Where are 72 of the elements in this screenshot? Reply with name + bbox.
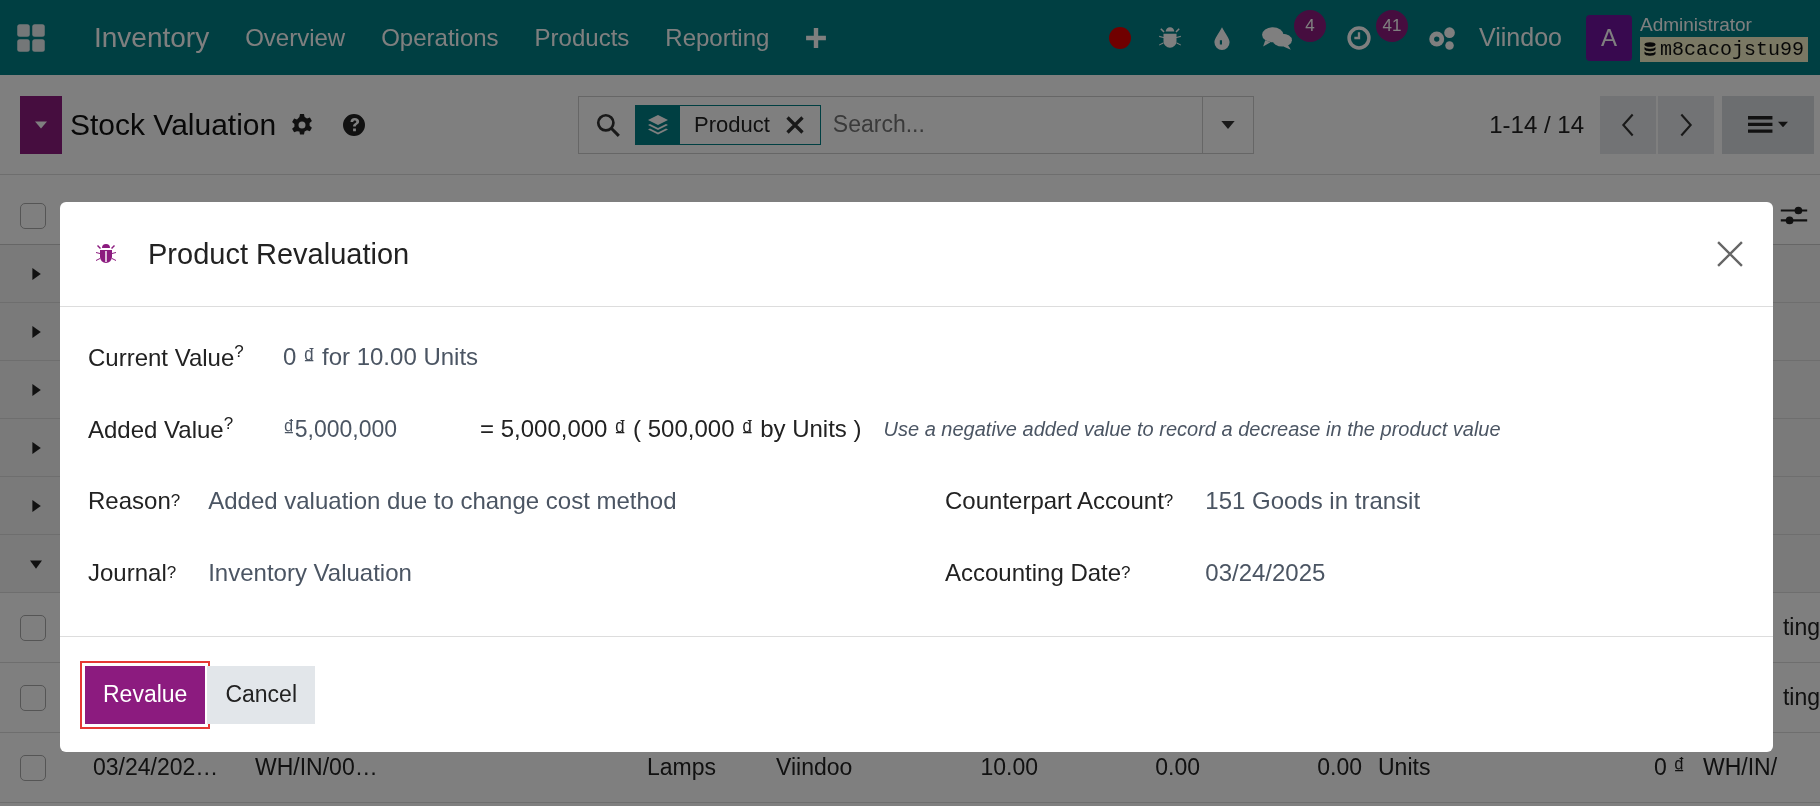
table-cell-text: 10.00	[979, 754, 1038, 781]
row-checkbox[interactable]	[20, 614, 46, 641]
layers-icon	[646, 112, 670, 137]
caret-right-icon[interactable]	[30, 498, 42, 513]
nav-menu-item[interactable]: Reporting	[665, 23, 770, 52]
revalue-button[interactable]: Revalue	[85, 665, 206, 724]
cancel-button[interactable]: Cancel	[207, 665, 315, 724]
filter-facet[interactable]: Product	[635, 104, 821, 145]
apps-menu-icon[interactable]	[16, 22, 46, 53]
input-field[interactable]: ₫5,000,000	[283, 415, 463, 443]
company-name[interactable]: Viindoo	[1479, 23, 1562, 52]
caret-right-icon[interactable]	[30, 440, 42, 455]
nav-menu-item[interactable]: Products	[534, 23, 630, 52]
dialog-title: Product Revaluation	[148, 237, 410, 271]
nav-menu-item[interactable]: Overview	[245, 23, 346, 52]
pager-value[interactable]: 1-14 / 14	[1489, 110, 1584, 139]
bug-icon[interactable]	[1157, 24, 1183, 51]
search-field[interactable]: Product Search...	[578, 95, 1254, 154]
search-icon	[595, 111, 621, 138]
activity-count-badge: 41	[1376, 9, 1408, 42]
table-cell-text: 03/24/202…	[93, 754, 220, 781]
caret-down-icon	[35, 120, 47, 129]
field-value[interactable]: Added valuation due to change cost method	[208, 479, 677, 523]
list-view-icon	[1748, 114, 1788, 135]
row-checkbox[interactable]	[20, 754, 46, 781]
bug-icon	[94, 242, 118, 266]
message-count-badge: 4	[1294, 9, 1326, 42]
hint-text: Use a negative added value to record a decrease in the product value	[883, 417, 1501, 441]
computed-value: = 5,000,000 ₫ ( 500,000 ₫ by Units )	[480, 415, 862, 443]
field-value[interactable]: Inventory Valuation	[208, 551, 677, 595]
settings-icon[interactable]	[290, 112, 315, 137]
row-checkbox[interactable]	[20, 684, 46, 711]
app-name[interactable]: Inventory	[94, 21, 210, 54]
database-tag: m8cacojstu99	[1639, 36, 1808, 62]
nav-menu-item[interactable]: Operations	[381, 23, 499, 52]
table-cell-text: Units	[1378, 754, 1432, 781]
view-switcher-button[interactable]	[1722, 95, 1814, 154]
table-cell-text: WH/IN/00…	[255, 754, 379, 781]
caret-right-icon[interactable]	[30, 324, 42, 339]
table-cell-text: Viindoo	[776, 754, 854, 781]
dropdown-toggle-button[interactable]	[20, 95, 62, 154]
close-icon[interactable]	[1717, 241, 1743, 267]
table-cell-text: 0 ₫	[1653, 754, 1685, 781]
caret-down-icon[interactable]	[29, 557, 43, 570]
chevron-left-icon	[1621, 112, 1635, 137]
field-value: 0 ₫ for 10.00 Units	[283, 343, 479, 371]
table-cell-text: 0.00	[1154, 754, 1200, 781]
chevron-right-icon	[1679, 112, 1693, 137]
database-icon	[1643, 42, 1656, 56]
caret-down-icon	[1221, 120, 1235, 129]
table-cell: ting	[1782, 614, 1820, 641]
help-icon[interactable]	[342, 112, 367, 137]
column-settings-icon[interactable]	[1780, 204, 1808, 227]
table-cell-text: 0.00	[1316, 754, 1362, 781]
table-cell-text: Lamps	[647, 754, 718, 781]
caret-right-icon[interactable]	[30, 266, 42, 281]
next-page-button[interactable]	[1658, 95, 1714, 154]
field-value[interactable]: 03/24/2025	[1205, 551, 1421, 595]
field-value[interactable]: 151 Goods in transit	[1205, 479, 1421, 523]
field-label: Current Value$^{?}$	[88, 342, 245, 372]
caret-right-icon[interactable]	[30, 382, 42, 397]
page-title: Stock Valuation	[70, 107, 277, 142]
table-cell: ting	[1782, 684, 1820, 711]
previous-page-button[interactable]	[1600, 95, 1656, 154]
user-avatar[interactable]: A	[1585, 14, 1632, 61]
plus-icon[interactable]	[805, 26, 828, 49]
user-name[interactable]: Administrator	[1639, 13, 1808, 36]
field-label: Added Value$^{?}$	[88, 414, 235, 444]
table-cell: WH/IN/	[1703, 754, 1778, 781]
record-dot-icon[interactable]	[1109, 26, 1131, 49]
remove-facet-icon[interactable]	[785, 115, 804, 134]
select-all-checkbox[interactable]	[20, 202, 46, 229]
